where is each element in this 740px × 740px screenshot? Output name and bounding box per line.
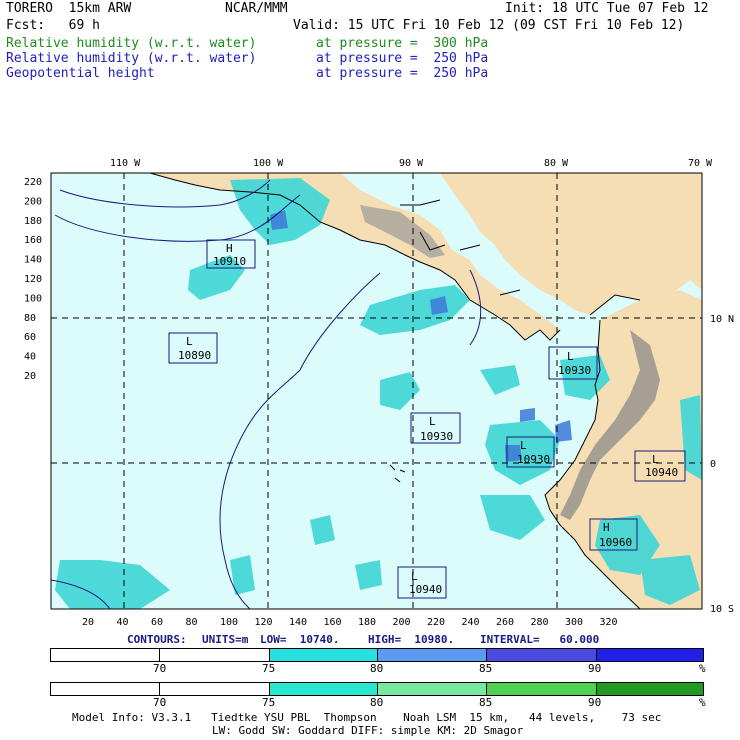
- center-value: 10890: [178, 349, 211, 362]
- y-tick-label: 60: [24, 332, 36, 343]
- y-tick-label: 220: [24, 177, 42, 188]
- x-tick-label: 300: [565, 617, 583, 628]
- x-tick-label: 60: [151, 617, 163, 628]
- footer-model-info: Model Info: V3.3.1 Tiedtke YSU PBL Thomp…: [72, 711, 662, 724]
- x-tick-label: 240: [462, 617, 480, 628]
- footer-physics: LW: Godd SW: Goddard DIFF: simple KM: 2D…: [212, 724, 524, 737]
- x-tick-label: 120: [255, 617, 273, 628]
- colorbar-rh300-tick: 85: [479, 696, 493, 709]
- center-value: 10930: [558, 364, 591, 377]
- field-rh300-name: Relative humidity (w.r.t. water): [6, 36, 257, 51]
- y-tick-label: 20: [24, 371, 36, 382]
- y-tick-label: 160: [24, 235, 42, 246]
- lon-label-110w: 110 W: [110, 158, 141, 169]
- center-type: L: [567, 350, 574, 363]
- colorbar-rh300-tick: 75: [262, 696, 276, 709]
- center-type: L: [429, 415, 436, 428]
- center-type: L: [411, 570, 418, 583]
- center-type: L: [520, 439, 527, 452]
- header-init-time: Init: 18 UTC Tue 07 Feb 12: [505, 1, 709, 16]
- colorbar-rh250-tick: 75: [262, 662, 276, 675]
- x-tick-label: 140: [289, 617, 307, 628]
- center-type: H: [603, 521, 610, 534]
- field-rh250-level: at pressure = 250 hPa: [316, 51, 489, 66]
- x-tick-label: 20: [82, 617, 94, 628]
- x-tick-label: 200: [393, 617, 411, 628]
- colorbar-rh250-tick: 90: [588, 662, 602, 675]
- x-tick-label: 80: [186, 617, 198, 628]
- lon-label-100w: 100 W: [253, 158, 284, 169]
- header-forecast-hour: Fcst: 69 h: [6, 18, 100, 33]
- colorbar-rh300-tick: 80: [370, 696, 384, 709]
- lon-label-70w: 70 W: [688, 158, 713, 169]
- weather-map: 110 W 100 W 90 W 80 W 70 W H 10910 L 108…: [24, 158, 734, 628]
- x-tick-label: 220: [427, 617, 445, 628]
- center-value: 10910: [213, 255, 246, 268]
- contours-high: HIGH= 10980.: [368, 633, 455, 646]
- colorbar-rh300: [50, 682, 704, 696]
- y-tick-label: 180: [24, 216, 42, 227]
- field-rh300-level: at pressure = 300 hPa: [316, 36, 489, 51]
- colorbar-rh250-unit: %: [699, 662, 706, 675]
- colorbar-rh250: [50, 648, 704, 662]
- center-value: 10930: [517, 453, 550, 466]
- center-type: H: [226, 242, 233, 255]
- colorbar-rh300-tick: 70: [153, 696, 167, 709]
- y-tick-label: 80: [24, 313, 36, 324]
- lat-label-0: 0: [710, 459, 716, 470]
- contours-units: UNITS=m: [202, 633, 249, 646]
- field-rh250-name: Relative humidity (w.r.t. water): [6, 51, 257, 66]
- contours-label: CONTOURS:: [127, 633, 187, 646]
- header-model-name: TORERO 15km ARW: [6, 1, 132, 16]
- lat-label-10n: 10 N: [710, 314, 734, 325]
- center-type: L: [186, 335, 193, 348]
- x-tick-label: 280: [531, 617, 549, 628]
- header-valid-time: Valid: 15 UTC Fri 10 Feb 12 (09 CST Fri …: [293, 18, 685, 33]
- lon-label-90w: 90 W: [399, 158, 424, 169]
- x-tick-label: 260: [496, 617, 514, 628]
- y-tick-label: 100: [24, 293, 42, 304]
- colorbar-rh250-tick: 80: [370, 662, 384, 675]
- x-tick-label: 100: [220, 617, 238, 628]
- center-value: 10940: [645, 466, 678, 479]
- field-geopotential-level: at pressure = 250 hPa: [316, 66, 489, 81]
- contours-low: LOW= 10740.: [260, 633, 340, 646]
- x-tick-label: 40: [117, 617, 129, 628]
- colorbar-rh250-tick: 70: [153, 662, 167, 675]
- y-axis-ticks: 220 200 180 160 140 120 100 80 60 40 20: [24, 177, 42, 382]
- y-tick-label: 40: [24, 352, 36, 363]
- center-value: 10960: [599, 536, 632, 549]
- x-tick-label: 180: [358, 617, 376, 628]
- colorbar-rh250-tick: 85: [479, 662, 493, 675]
- colorbar-rh300-tick: 90: [588, 696, 602, 709]
- y-tick-label: 140: [24, 255, 42, 266]
- center-type: L: [652, 453, 659, 466]
- lon-label-80w: 80 W: [544, 158, 569, 169]
- x-axis-ticks: 20 40 60 80 100 120 140 160 180 200 220 240 260 280 30…: [82, 617, 618, 628]
- field-geopotential-name: Geopotential height: [6, 66, 155, 81]
- x-tick-label: 160: [324, 617, 342, 628]
- contours-interval: INTERVAL= 60.000: [480, 633, 600, 646]
- y-tick-label: 120: [24, 274, 42, 285]
- header-org: NCAR/MMM: [225, 1, 288, 16]
- lat-label-10s: 10 S: [710, 604, 734, 615]
- y-tick-label: 200: [24, 196, 42, 207]
- center-value: 10940: [409, 583, 442, 596]
- colorbar-rh300-unit: %: [699, 696, 706, 709]
- x-tick-label: 320: [600, 617, 618, 628]
- center-value: 10930: [420, 430, 453, 443]
